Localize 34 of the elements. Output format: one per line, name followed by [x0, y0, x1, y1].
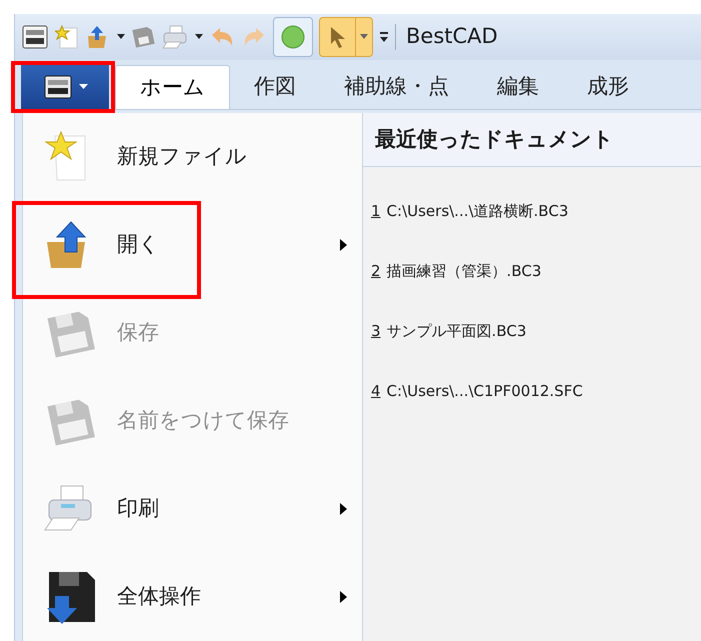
menu-item-label: 名前をつけて保存: [117, 407, 290, 434]
menu-item-label: 全体操作: [117, 583, 202, 610]
ribbon-tab[interactable]: 作図: [230, 65, 320, 109]
menu-item-label: 印刷: [117, 495, 160, 522]
menu-item[interactable]: 印刷: [23, 465, 362, 553]
new-file-icon[interactable]: [55, 24, 79, 50]
pointer-button[interactable]: [319, 17, 373, 57]
recent-document-link[interactable]: 4 C:\Users\...\C1PF0012.SFC: [363, 361, 701, 421]
recent-document-link[interactable]: 3 サンプル平面図.BC3: [363, 301, 701, 361]
menu-item-label: 開く: [117, 231, 161, 258]
app-menu-button[interactable]: [21, 65, 109, 109]
app-icon[interactable]: [21, 23, 49, 51]
circle-toggle-button[interactable]: [273, 17, 313, 57]
printer-icon[interactable]: [161, 24, 189, 50]
recent-document-link[interactable]: 1 C:\Users\...\道路横断.BC3: [363, 181, 701, 241]
menu-item[interactable]: 新規ファイル: [23, 113, 362, 201]
menu-item-label: 新規ファイル: [117, 143, 248, 170]
section-title: 最近使ったドキュメント: [375, 126, 614, 153]
caret-icon[interactable]: [195, 34, 203, 40]
customize-icon[interactable]: [379, 31, 389, 43]
window-title: BestCAD: [406, 23, 498, 50]
floppy-icon[interactable]: [131, 25, 155, 49]
circle-icon: [280, 24, 306, 50]
ribbon-tab[interactable]: 編集: [473, 65, 563, 109]
ribbon-tab[interactable]: ホーム: [115, 65, 230, 109]
recent-document-link[interactable]: 2 描画練習（管渠）.BC3: [363, 241, 701, 301]
caret-icon: [78, 84, 88, 90]
app-icon: [42, 73, 72, 101]
ribbon-tab[interactable]: 補助線・点: [320, 65, 473, 109]
menu-item[interactable]: 全体操作: [23, 553, 362, 641]
ribbon-tab[interactable]: 成形: [563, 65, 653, 109]
menu-item-label: 保存: [117, 319, 160, 346]
menu-item[interactable]: 開く: [23, 201, 362, 289]
caret-icon[interactable]: [117, 34, 125, 40]
